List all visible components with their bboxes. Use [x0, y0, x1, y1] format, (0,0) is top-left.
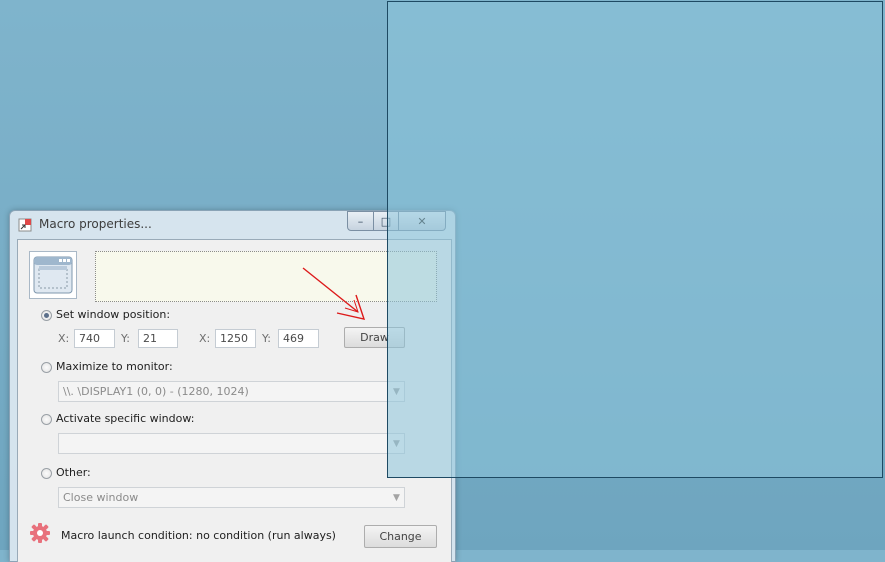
window-icon [33, 256, 73, 294]
activate-window-label: Activate specific window: [56, 412, 195, 425]
x1-input[interactable] [74, 329, 115, 348]
gear-icon [30, 523, 50, 543]
x2-input[interactable] [215, 329, 256, 348]
window-title: Macro properties... [39, 217, 152, 231]
maximize-radio[interactable] [41, 362, 52, 373]
macro-description-box[interactable] [95, 251, 437, 302]
other-action-select[interactable]: Close window ▼ [58, 487, 405, 508]
launch-condition-label: Macro launch condition: no condition (ru… [61, 529, 336, 542]
minimize-button[interactable]: – [347, 211, 374, 231]
other-action-value: Close window [63, 491, 139, 504]
chevron-down-icon: ▼ [393, 492, 400, 503]
maximize-label: Maximize to monitor: [56, 360, 173, 373]
x2-label: X: [199, 332, 211, 345]
other-label: Other: [56, 466, 91, 479]
set-position-label: Set window position: [56, 308, 171, 321]
x1-label: X: [58, 332, 70, 345]
activate-window-radio[interactable] [41, 414, 52, 425]
minimize-icon: – [357, 214, 364, 228]
y1-label: Y: [121, 332, 130, 345]
set-position-radio[interactable] [41, 310, 52, 321]
change-button[interactable]: Change [364, 525, 437, 548]
window-icon [18, 218, 32, 232]
y2-label: Y: [262, 332, 271, 345]
other-radio[interactable] [41, 468, 52, 479]
window-position-rectangle[interactable] [387, 1, 883, 478]
y2-input[interactable] [278, 329, 319, 348]
macro-window-icon [29, 251, 77, 299]
monitor-select[interactable]: \\. \DISPLAY1 (0, 0) - (1280, 1024) ▼ [58, 381, 405, 402]
window-select[interactable]: ▼ [58, 433, 405, 454]
monitor-select-value: \\. \DISPLAY1 (0, 0) - (1280, 1024) [63, 385, 249, 398]
y1-input[interactable] [138, 329, 178, 348]
